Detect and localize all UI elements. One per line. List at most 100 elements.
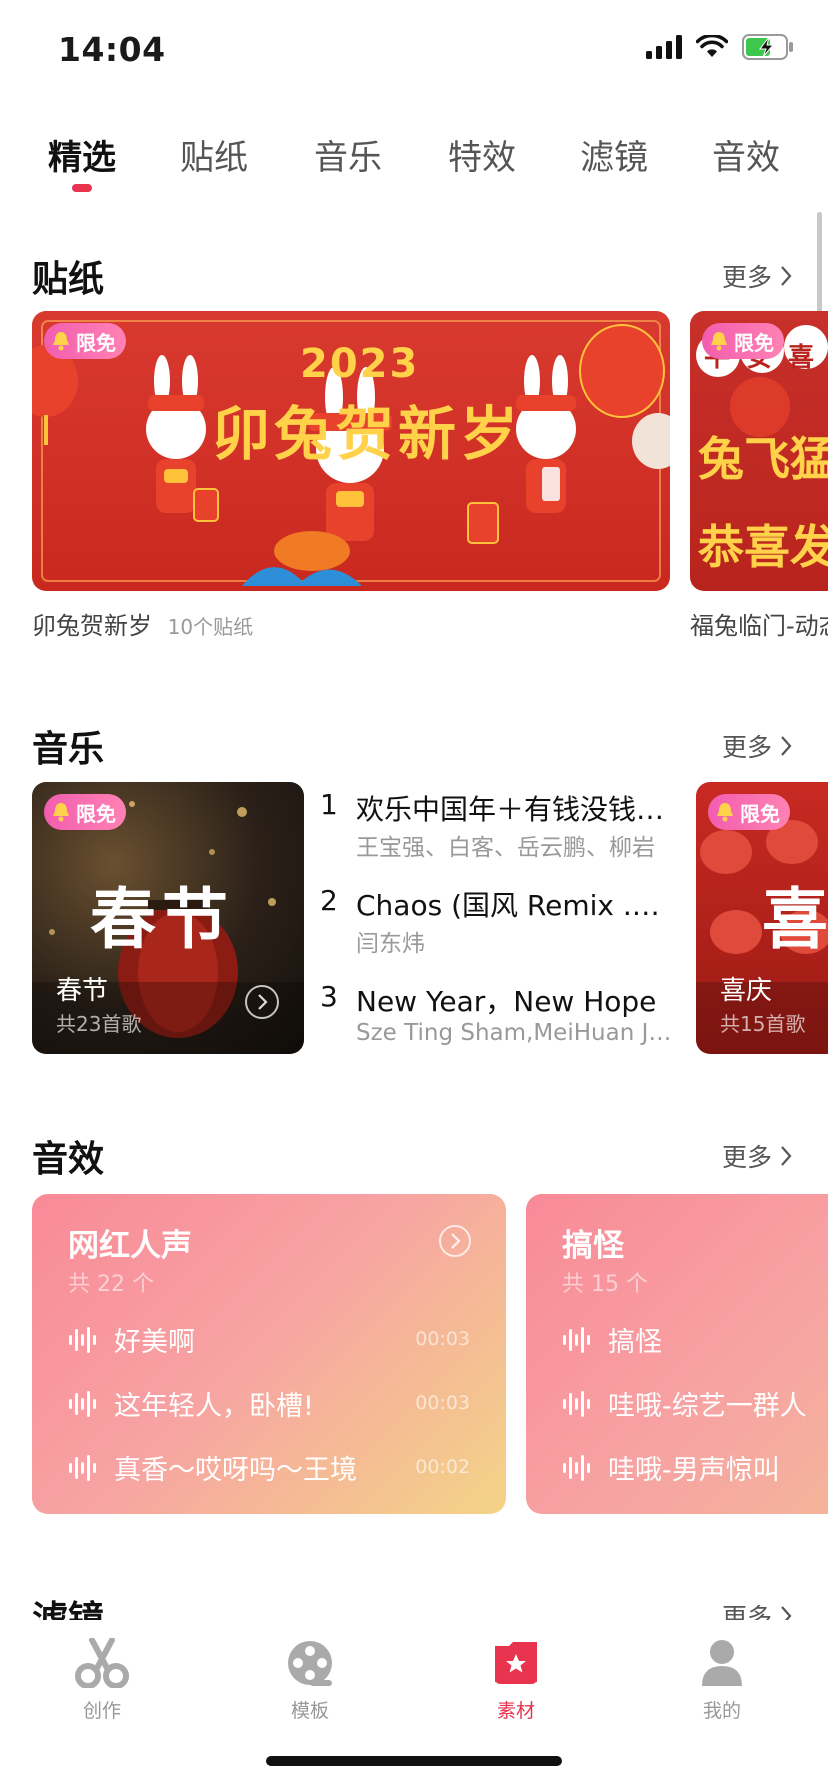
home-indicator[interactable]	[266, 1756, 562, 1766]
sfx-item-duration: 00:03	[415, 1392, 470, 1414]
sfx-item-label: 这年轻人，卧槽!	[114, 1391, 314, 1422]
sfx-item[interactable]: 哇哦-男声惊叫	[562, 1448, 780, 1487]
sticker-card-caption: 福兔临门-动态	[690, 606, 828, 641]
nav-create[interactable]: 创作	[42, 1637, 162, 1723]
waveform-icon	[563, 1390, 590, 1417]
playlist-cover-text: 春节	[90, 881, 234, 958]
sfx-item-label: 哇哦-男声惊叫	[608, 1455, 780, 1486]
badge-label: 限免	[76, 801, 116, 826]
active-tab-indicator	[72, 184, 92, 192]
battery-charging-icon	[742, 34, 793, 60]
waveform-icon	[563, 1454, 590, 1481]
sfx-item-duration: 00:02	[415, 1456, 470, 1478]
more-label: 更多	[721, 733, 772, 762]
bell-icon	[53, 803, 69, 822]
chevron-right-icon	[781, 736, 792, 756]
sfx-item[interactable]: 好美啊	[68, 1320, 195, 1359]
playlist-count: 共15首歌	[720, 1012, 806, 1036]
sticker-card-count: 10个贴纸	[167, 615, 254, 639]
sfx-more-link[interactable]: 更多	[722, 1138, 792, 1174]
song-title: New Year，New Hope	[356, 985, 657, 1018]
badge-label: 限免	[740, 801, 780, 826]
film-reel-icon	[288, 1641, 332, 1686]
song-rank: 1	[320, 788, 338, 821]
banner-title: 卯兔贺新岁	[212, 400, 523, 468]
sfx-category-name: 网红人声	[68, 1228, 192, 1264]
play-circle-icon[interactable]	[244, 984, 280, 1020]
music-more-link[interactable]: 更多	[722, 728, 792, 764]
song-artist: Sze Ting Sham,MeiHuan Jiang	[356, 1020, 676, 1046]
playlist-count: 共23首歌	[56, 1012, 142, 1036]
banner-title-line2: 恭喜发	[698, 520, 828, 574]
playlist-cover[interactable]: 春节 春节 共23首歌 限免	[32, 782, 304, 1054]
cellular-signal-icon	[646, 35, 682, 59]
playlist-name: 春节	[56, 976, 109, 1006]
wifi-icon	[696, 35, 728, 57]
sfx-item-label: 好美啊	[114, 1327, 195, 1358]
song-artist: 王宝强、白客、岳云鹏、柳岩	[356, 835, 655, 861]
song-artist: 闫东炜	[356, 931, 425, 957]
nav-materials[interactable]: 素材	[456, 1638, 576, 1723]
sfx-item[interactable]: 搞怪	[562, 1320, 662, 1359]
free-badge: 限免	[44, 794, 126, 830]
free-badge: 限免	[702, 323, 784, 359]
music-section-title: 音乐	[32, 729, 105, 770]
nav-templates[interactable]: 模板	[250, 1638, 370, 1723]
waveform-icon	[69, 1390, 96, 1417]
waveform-icon	[69, 1454, 96, 1481]
chevron-right-icon	[781, 1146, 792, 1166]
sfx-category-name: 搞怪	[562, 1228, 624, 1264]
waveform-icon	[563, 1326, 590, 1353]
nav-label: 创作	[82, 1700, 121, 1722]
tab-stickers[interactable]: 贴纸	[180, 130, 248, 179]
bell-icon	[53, 332, 69, 351]
tab-featured[interactable]: 精选	[48, 130, 116, 179]
sfx-item-label: 搞怪	[608, 1327, 662, 1358]
sfx-category-card[interactable]: 网红人声 共 22 个 好美啊 00:03 这年轻人，卧槽! 00:03 真香～…	[32, 1194, 506, 1514]
bell-icon	[711, 332, 727, 351]
status-icons	[646, 34, 794, 60]
tab-sound-effects[interactable]: 音效	[712, 130, 780, 179]
chevron-circle-right-icon[interactable]	[438, 1224, 472, 1258]
sfx-item[interactable]: 这年轻人，卧槽!	[68, 1384, 314, 1423]
sticker-pack-card[interactable]: 平安喜 兔飞猛 恭喜发 限免	[690, 311, 828, 591]
banner-title-line1: 兔飞猛	[698, 432, 828, 486]
bottom-nav: 创作 模板 素材 我的	[0, 1620, 828, 1792]
sfx-item-label: 哇哦-综艺一群人	[608, 1391, 807, 1422]
badge-label: 限免	[76, 330, 116, 355]
badge-label: 限免	[734, 330, 774, 355]
stickers-more-link[interactable]: 更多	[722, 258, 792, 294]
folder-star-icon	[495, 1642, 537, 1684]
more-label: 更多	[721, 263, 772, 292]
sticker-card-caption: 卯兔贺新岁 10个贴纸	[32, 606, 253, 641]
playlist-cover-text: 喜	[762, 881, 828, 958]
bell-icon	[717, 803, 733, 822]
nav-profile[interactable]: 我的	[662, 1638, 782, 1723]
free-badge: 限免	[708, 794, 790, 830]
tab-effects[interactable]: 特效	[448, 130, 516, 179]
person-icon	[702, 1640, 742, 1686]
tab-music[interactable]: 音乐	[314, 130, 382, 179]
chevron-right-icon	[781, 266, 792, 286]
sfx-item[interactable]: 哇哦-综艺一群人	[562, 1384, 807, 1423]
song-title: Chaos (国风 Remix .徐梦圆)	[356, 889, 676, 922]
sfx-item-label: 真香～哎呀吗～王境	[114, 1455, 357, 1486]
sfx-category-count: 共 22 个	[68, 1272, 154, 1297]
sfx-item-duration: 00:03	[415, 1328, 470, 1350]
status-bar: 14:04	[0, 0, 828, 100]
sticker-pack-card[interactable]: 2023 卯兔贺新岁 限免	[32, 311, 670, 591]
song-title: 欢乐中国年＋有钱没钱回家过年	[356, 793, 676, 826]
nav-label: 我的	[702, 1700, 741, 1722]
song-rank: 2	[320, 884, 338, 917]
nav-label: 模板	[290, 1700, 329, 1722]
status-time: 14:04	[58, 30, 166, 69]
playlist-cover[interactable]: 喜 喜庆 共15首歌 限免	[696, 782, 828, 1054]
stickers-section-title: 贴纸	[32, 259, 105, 300]
waveform-icon	[69, 1326, 96, 1353]
category-tabs: 精选 贴纸 音乐 特效 滤镜 音效	[0, 120, 828, 190]
song-rank: 3	[320, 980, 338, 1013]
sfx-item[interactable]: 真香～哎呀吗～王境	[68, 1448, 357, 1487]
tab-filters[interactable]: 滤镜	[580, 130, 648, 179]
sfx-category-card[interactable]: 搞怪 共 15 个 搞怪 哇哦-综艺一群人 哇哦-男声惊叫	[526, 1194, 828, 1514]
nav-label: 素材	[496, 1700, 535, 1722]
